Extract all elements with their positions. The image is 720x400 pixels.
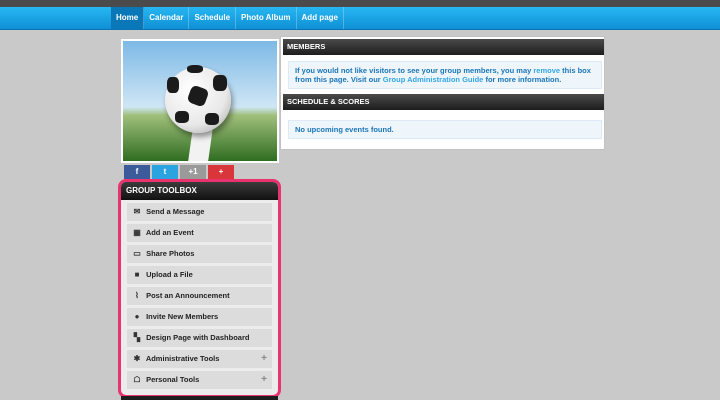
invite-members-button[interactable]: ● Invite New Members <box>127 308 272 326</box>
nav-bar: Home Calendar Schedule Photo Album Add p… <box>0 7 720 30</box>
send-message-button[interactable]: ✉ Send a Message <box>127 203 272 221</box>
add-event-button[interactable]: ▦ Add an Event <box>127 224 272 242</box>
folder-icon: ■ <box>134 270 140 279</box>
gear-icon: ✱ <box>133 354 141 363</box>
members-text: If you would not like visitors to see yo… <box>295 66 534 75</box>
social-share-bar: f t +1 + <box>124 165 234 179</box>
design-page-button[interactable]: ▚ Design Page with Dashboard <box>127 329 272 347</box>
nav-schedule[interactable]: Schedule <box>189 7 237 29</box>
no-events-text: No upcoming events found. <box>295 125 394 134</box>
remove-link[interactable]: remove <box>533 66 560 75</box>
expand-icon[interactable]: + <box>261 371 267 389</box>
share-photos-button[interactable]: ▭ Share Photos <box>127 245 272 263</box>
schedule-panel-body: No upcoming events found. <box>288 120 602 139</box>
tool-label: Post an Announcement <box>146 291 230 300</box>
dashboard-icon: ▚ <box>133 333 141 342</box>
google-plus-button[interactable]: +1 <box>180 165 206 179</box>
members-text: for more information. <box>483 75 562 84</box>
upload-file-button[interactable]: ■ Upload a File <box>127 266 272 284</box>
twitter-button[interactable]: t <box>152 165 178 179</box>
nav-add-page[interactable]: Add page <box>297 7 344 29</box>
group-toolbox: GROUP TOOLBOX ✉ Send a Message ▦ Add an … <box>118 179 281 398</box>
facebook-button[interactable]: f <box>124 165 150 179</box>
tool-label: Upload a File <box>146 270 193 279</box>
post-announcement-button[interactable]: ⌇ Post an Announcement <box>127 287 272 305</box>
top-strip <box>0 0 720 7</box>
nav-calendar[interactable]: Calendar <box>144 7 190 29</box>
tool-label: Design Page with Dashboard <box>146 333 250 342</box>
nav-home[interactable]: Home <box>111 7 145 29</box>
tool-label: Personal Tools <box>146 375 200 384</box>
right-column: MEMBERS If you would not like visitors t… <box>280 36 605 150</box>
schedule-panel-title: SCHEDULE & SCORES <box>283 94 604 110</box>
group-photo <box>121 39 279 163</box>
members-panel-body: If you would not like visitors to see yo… <box>288 61 602 89</box>
tool-label: Administrative Tools <box>145 354 220 363</box>
tool-label: Add an Event <box>145 228 194 237</box>
expand-icon[interactable]: + <box>261 350 267 368</box>
soccer-ball-image <box>165 65 231 133</box>
tool-label: Invite New Members <box>146 312 219 321</box>
administrative-tools-button[interactable]: ✱ Administrative Tools + <box>127 350 272 368</box>
tool-label: Send a Message <box>146 207 205 216</box>
members-panel-title: MEMBERS <box>283 39 604 55</box>
toolbox-title: GROUP TOOLBOX <box>121 182 278 200</box>
rss-icon: ⌇ <box>135 291 139 300</box>
personal-tools-button[interactable]: ☖ Personal Tools + <box>127 371 272 389</box>
nav-photo-album[interactable]: Photo Album <box>236 7 297 29</box>
tool-label: Share Photos <box>146 249 195 258</box>
user-icon: ● <box>134 312 140 321</box>
envelope-icon: ✉ <box>133 207 141 216</box>
calendar-icon: ▦ <box>133 228 141 237</box>
chat-icon: ☖ <box>133 375 141 384</box>
bottom-bar <box>121 396 278 400</box>
admin-guide-link[interactable]: Group Administration Guide <box>383 75 484 84</box>
share-more-button[interactable]: + <box>208 165 234 179</box>
photo-icon: ▭ <box>133 249 141 258</box>
